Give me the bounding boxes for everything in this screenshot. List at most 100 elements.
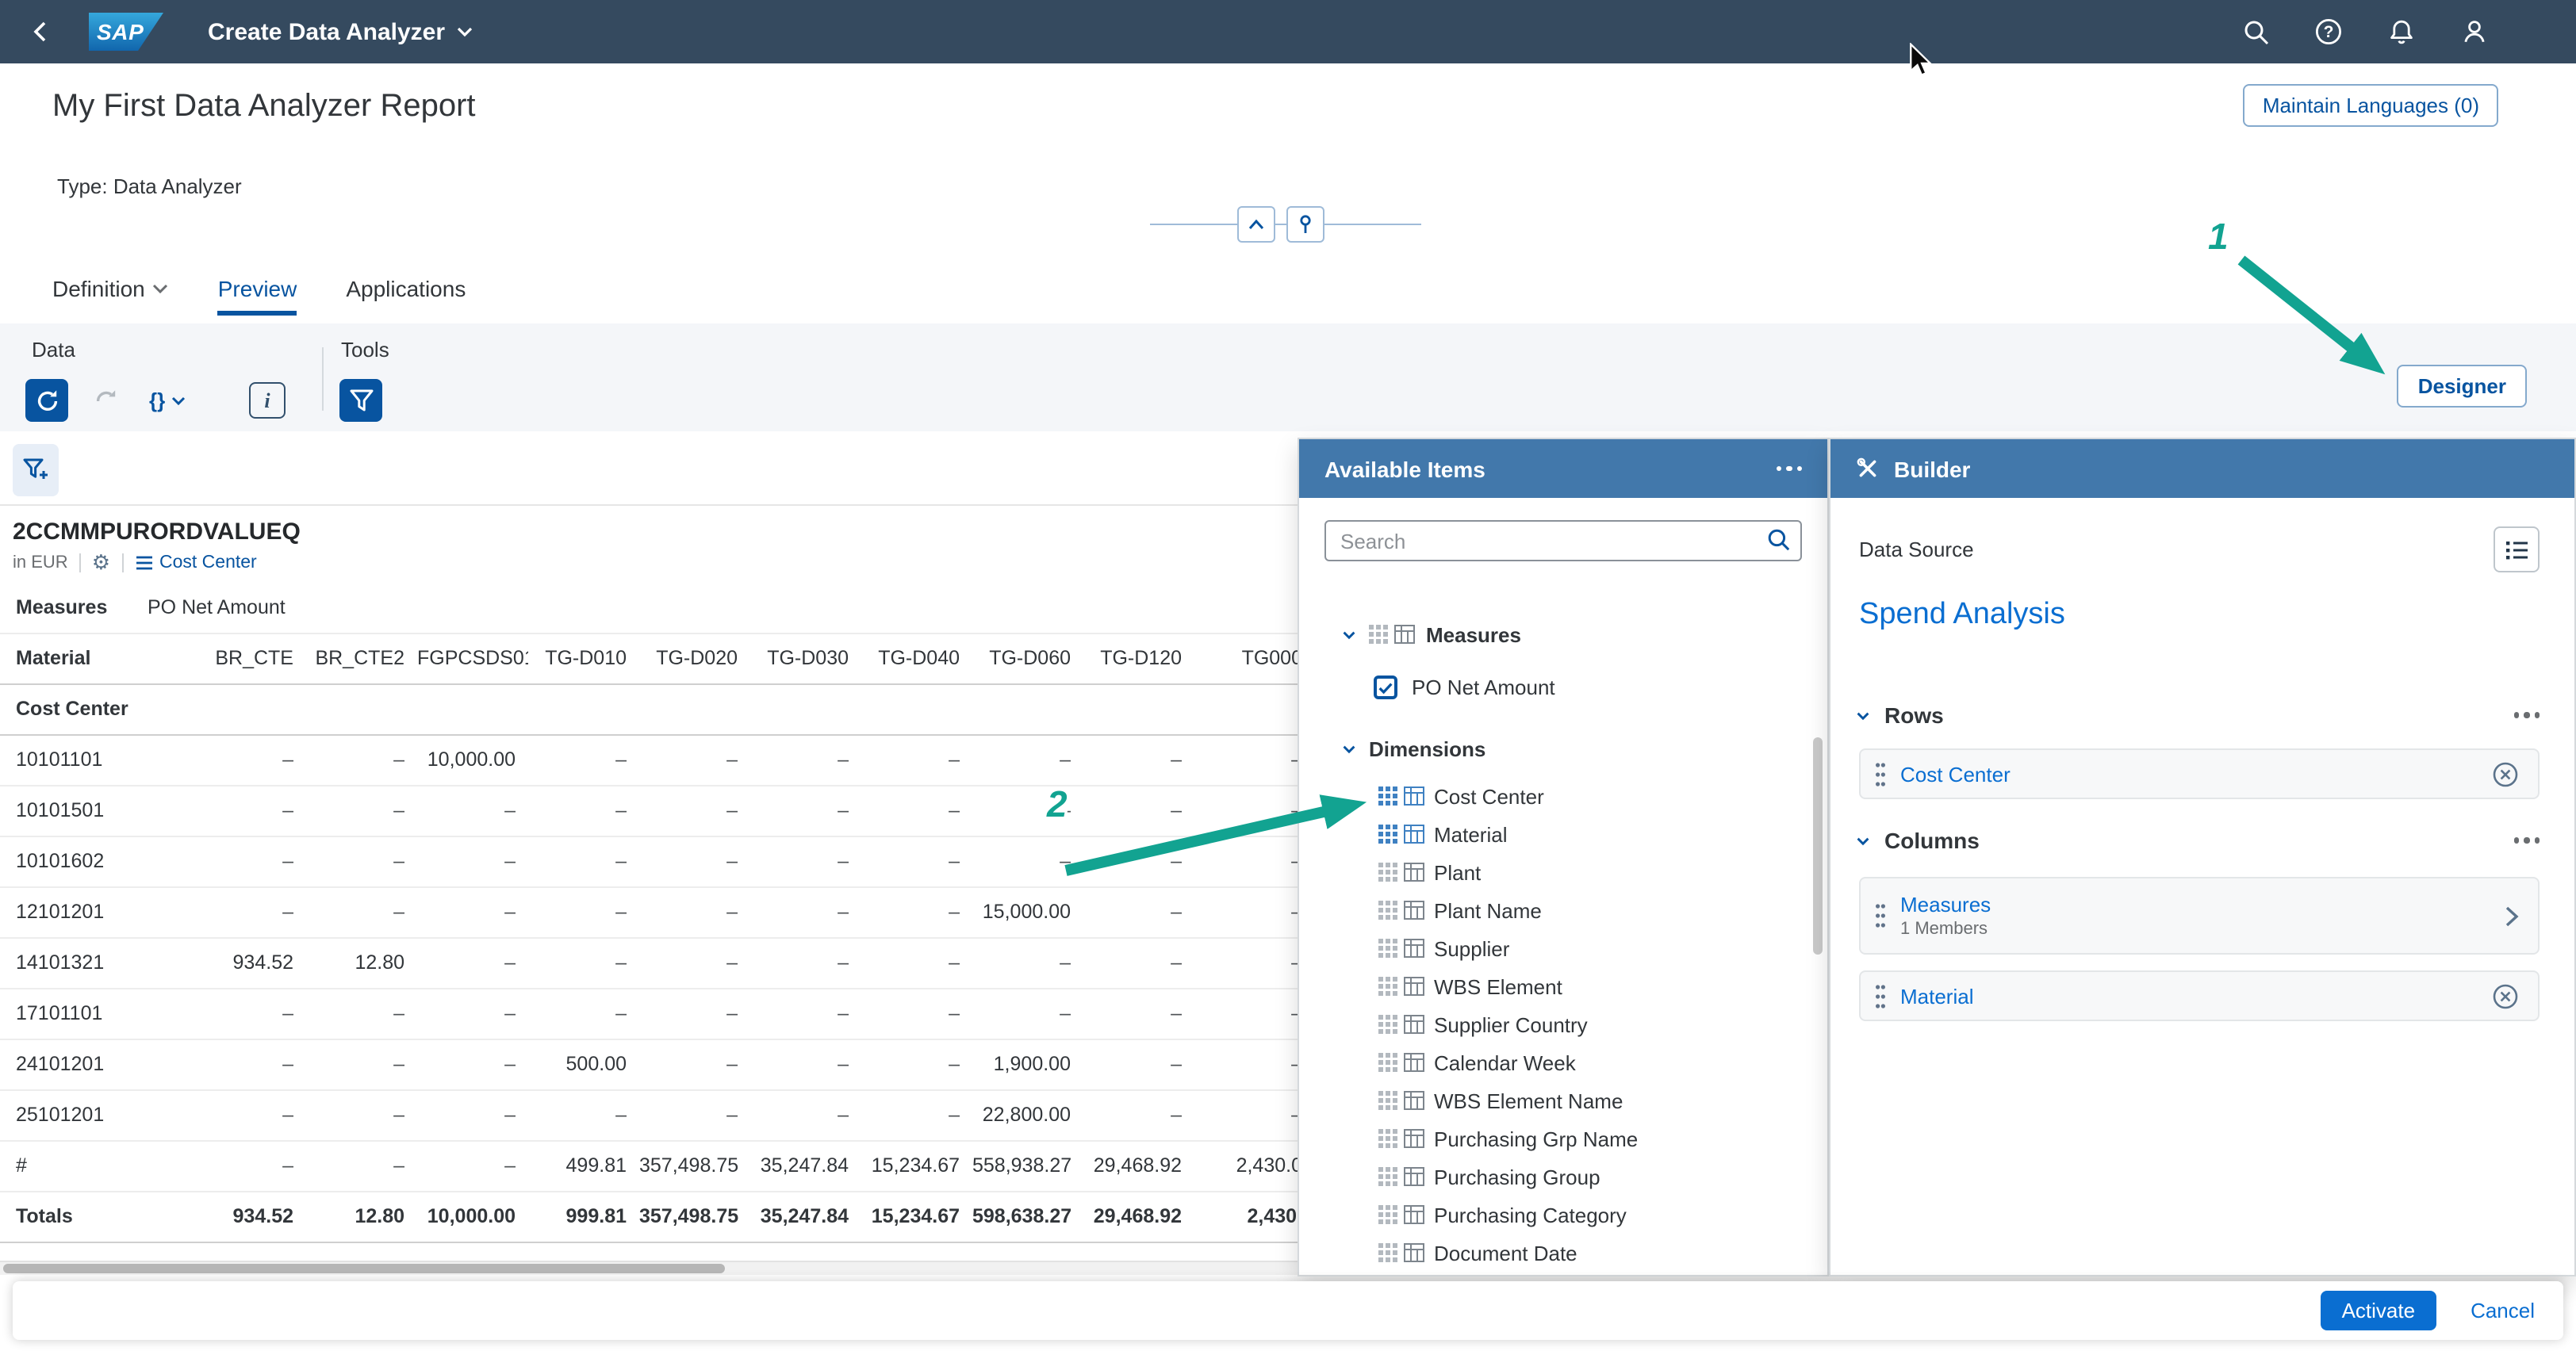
data-cell[interactable]: –	[417, 1091, 528, 1140]
data-cell[interactable]: –	[861, 1040, 972, 1089]
dimension-item-plant-name[interactable]: Plant Name	[1299, 891, 1827, 929]
remove-button[interactable]	[2492, 982, 2519, 1009]
data-cell[interactable]: –	[972, 939, 1083, 988]
data-cell[interactable]: –	[141, 1091, 306, 1140]
dimension-item-cost-center[interactable]: Cost Center	[1299, 777, 1827, 815]
data-cell[interactable]: 12.80	[306, 939, 417, 988]
data-cell[interactable]: –	[141, 888, 306, 937]
column-header-tg-d020[interactable]: TG-D020	[639, 634, 750, 683]
gear-icon[interactable]: ⚙	[92, 552, 110, 572]
tree-group-measures[interactable]: Measures	[1299, 614, 1827, 655]
column-header-fgpcsds01[interactable]: FGPCSDS01	[417, 634, 528, 683]
chevron-down-icon[interactable]	[1854, 706, 1872, 724]
tree-group-dimensions[interactable]: Dimensions	[1299, 728, 1827, 769]
columns-overflow-button[interactable]	[2513, 832, 2540, 850]
column-header-br-cte2[interactable]: BR_CTE2	[306, 634, 417, 683]
dimension-item-wbs-element-name[interactable]: WBS Element Name	[1299, 1081, 1827, 1119]
data-cell[interactable]: –	[750, 1040, 861, 1089]
variables-button[interactable]: {}	[149, 379, 186, 422]
overflow-menu-button[interactable]	[1776, 460, 1802, 478]
data-cell[interactable]: 15,000.00	[972, 888, 1083, 937]
data-cell[interactable]: 29,468.92	[1083, 1142, 1194, 1191]
collapse-header-button[interactable]	[1237, 206, 1275, 243]
row-header[interactable]: 17101101	[0, 989, 141, 1039]
data-cell[interactable]: –	[306, 1142, 417, 1191]
tab-preview[interactable]: Preview	[218, 254, 297, 323]
row-header[interactable]: 12101201	[0, 888, 141, 937]
horizontal-scrollbar[interactable]	[0, 1261, 1298, 1275]
drag-handle-icon[interactable]	[1875, 902, 1886, 929]
columns-item-material[interactable]: Material	[1859, 970, 2540, 1021]
cancel-button[interactable]: Cancel	[2471, 1299, 2535, 1322]
data-cell[interactable]: –	[639, 939, 750, 988]
data-cell[interactable]: –	[750, 888, 861, 937]
data-cell[interactable]: 15,234.67	[861, 1192, 972, 1242]
data-cell[interactable]: 357,498.75	[639, 1142, 750, 1191]
data-cell[interactable]: –	[1083, 1040, 1194, 1089]
data-cell[interactable]: 35,247.84	[750, 1142, 861, 1191]
activate-button[interactable]: Activate	[2321, 1291, 2436, 1330]
back-button[interactable]	[19, 10, 63, 54]
data-cell[interactable]: –	[141, 1040, 306, 1089]
help-button[interactable]: ?	[2306, 10, 2351, 54]
data-cell[interactable]: –	[528, 786, 639, 836]
data-cell[interactable]: –	[417, 888, 528, 937]
row-header[interactable]: 10101101	[0, 736, 141, 785]
data-cell[interactable]: –	[417, 939, 528, 988]
data-cell[interactable]: –	[1083, 939, 1194, 988]
pin-header-button[interactable]	[1286, 206, 1324, 243]
data-cell[interactable]: –	[306, 736, 417, 785]
info-button[interactable]	[249, 382, 286, 419]
data-cell[interactable]: –	[861, 939, 972, 988]
maintain-languages-button[interactable]: Maintain Languages (0)	[2244, 84, 2498, 127]
data-cell[interactable]: –	[1083, 1091, 1194, 1140]
data-cell[interactable]: –	[639, 1040, 750, 1089]
data-cell[interactable]: –	[1083, 989, 1194, 1039]
dimension-item-plant[interactable]: Plant	[1299, 853, 1827, 891]
data-cell[interactable]: –	[306, 837, 417, 886]
data-cell[interactable]: –	[528, 989, 639, 1039]
search-input[interactable]	[1324, 520, 1802, 561]
user-button[interactable]	[2452, 10, 2497, 54]
data-cell[interactable]: –	[417, 989, 528, 1039]
data-cell[interactable]: –	[417, 837, 528, 886]
column-dimension-header[interactable]: Material	[0, 634, 141, 683]
data-cell[interactable]: –	[639, 989, 750, 1039]
row-header[interactable]: 10101602	[0, 837, 141, 886]
checkbox-checked-icon[interactable]	[1374, 675, 1397, 698]
display-options-button[interactable]	[2494, 526, 2540, 572]
data-cell[interactable]: –	[861, 1091, 972, 1140]
data-cell[interactable]: –	[750, 786, 861, 836]
drag-handle-icon[interactable]	[1875, 982, 1886, 1009]
row-header[interactable]: #	[0, 1142, 141, 1191]
data-cell[interactable]: –	[639, 837, 750, 886]
data-cell[interactable]: –	[1083, 837, 1194, 886]
data-cell[interactable]: –	[528, 837, 639, 886]
notifications-button[interactable]	[2379, 10, 2424, 54]
measure-item-po-net-amount[interactable]: PO Net Amount	[1299, 666, 1827, 707]
data-cell[interactable]: 934.52	[141, 1192, 306, 1242]
data-cell[interactable]: 999.81	[528, 1192, 639, 1242]
data-cell[interactable]: –	[1083, 786, 1194, 836]
dimension-item-material[interactable]: Material	[1299, 815, 1827, 853]
dimension-item-supplier-country[interactable]: Supplier Country	[1299, 1005, 1827, 1043]
row-dimension-chip[interactable]: Cost Center	[134, 553, 257, 572]
data-source-name[interactable]: Spend Analysis	[1859, 598, 2065, 633]
column-header-tg-d010[interactable]: TG-D010	[528, 634, 639, 683]
row-header[interactable]: 25101201	[0, 1091, 141, 1140]
column-header-tg-d120[interactable]: TG-D120	[1083, 634, 1194, 683]
data-cell[interactable]: –	[750, 939, 861, 988]
chevron-down-icon[interactable]	[1340, 626, 1358, 643]
app-title-menu[interactable]: Create Data Analyzer	[208, 18, 472, 45]
designer-button[interactable]: Designer	[2398, 365, 2527, 408]
measure-header-cell[interactable]: PO Net Amount	[141, 584, 286, 633]
data-cell[interactable]: –	[861, 786, 972, 836]
data-cell[interactable]: 10,000.00	[417, 1192, 528, 1242]
row-header[interactable]: 10101501	[0, 786, 141, 836]
data-cell[interactable]: –	[141, 736, 306, 785]
row-header[interactable]: 14101321	[0, 939, 141, 988]
data-cell[interactable]: 22,800.00	[972, 1091, 1083, 1140]
data-cell[interactable]: –	[141, 786, 306, 836]
tab-applications[interactable]: Applications	[346, 254, 466, 323]
dimension-item-wbs-element[interactable]: WBS Element	[1299, 967, 1827, 1005]
